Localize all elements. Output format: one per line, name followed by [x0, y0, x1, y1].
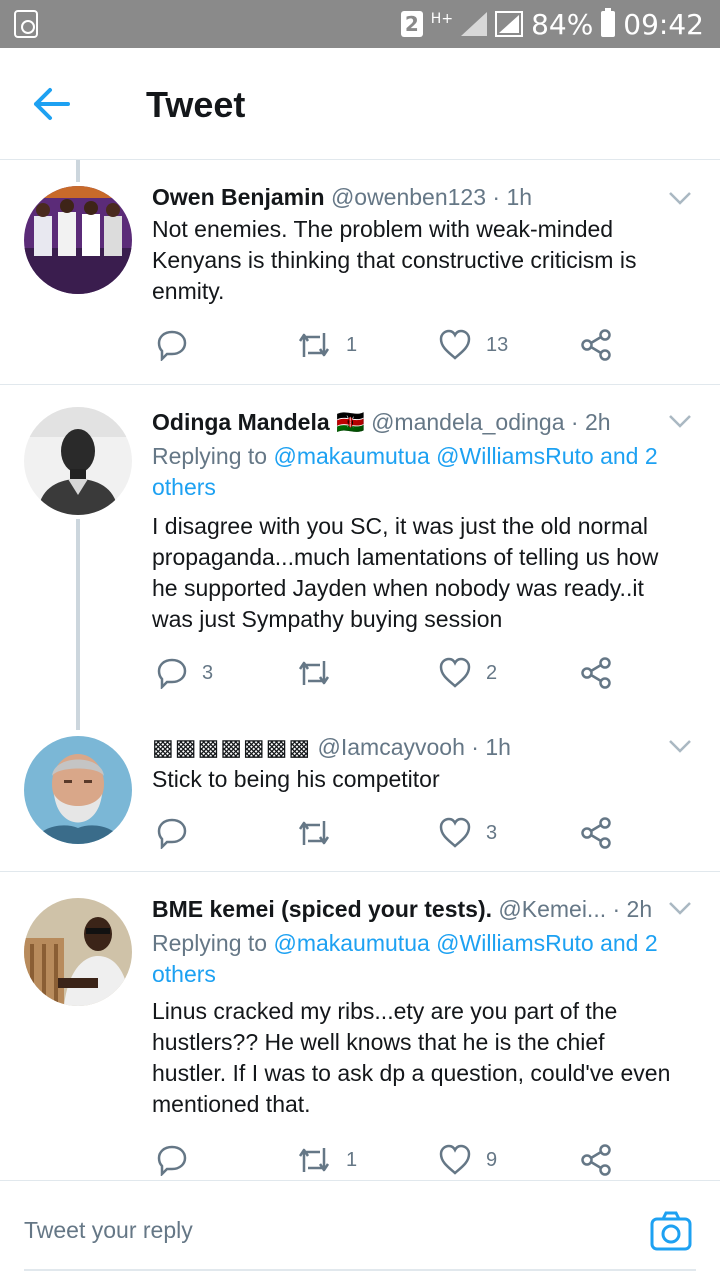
like-button[interactable]: 9	[438, 1140, 497, 1180]
signal-icon	[461, 12, 488, 36]
like-button[interactable]: 3	[438, 813, 497, 853]
replying-prefix: Replying to	[152, 443, 268, 469]
tweet-actions: 3	[152, 813, 622, 853]
chevron-down-icon[interactable]	[668, 896, 692, 920]
page-title: Tweet	[146, 84, 246, 125]
author-name[interactable]: Owen Benjamin	[152, 184, 325, 210]
retweet-button[interactable]	[296, 813, 346, 853]
tweet-thread: Owen Benjamin @owenben123 · 1h Not enemi…	[0, 160, 720, 1180]
avatar[interactable]	[24, 898, 132, 1006]
reply-icon	[157, 1145, 187, 1176]
tweet[interactable]: BME kemei (spiced your tests). @Kemei...…	[0, 872, 720, 1180]
avatar[interactable]	[24, 736, 132, 844]
reply-icon	[157, 658, 187, 689]
like-count: 3	[486, 821, 498, 844]
retweet-button[interactable]	[296, 653, 346, 693]
flag-emoji: 🇰🇪	[336, 409, 365, 435]
tweet-text: I disagree with you SC, it was just the …	[152, 513, 659, 632]
share-button[interactable]	[580, 653, 612, 693]
tweet-text: Linus cracked my ribs...ety are you part…	[152, 998, 671, 1117]
reply-button[interactable]	[156, 813, 202, 853]
author-handle[interactable]: @Kemei...	[498, 896, 606, 922]
retweet-icon	[298, 821, 330, 845]
camera-icon[interactable]	[650, 1211, 692, 1251]
author-handle[interactable]: @mandela_odinga	[371, 409, 564, 435]
sim-indicator: 2	[400, 11, 423, 37]
signal-icon-2	[495, 11, 524, 37]
author-handle[interactable]: @Iamcayvooh	[318, 734, 465, 760]
reply-button[interactable]	[156, 325, 202, 365]
reply-composer: Tweet your reply	[0, 1180, 720, 1280]
author-handle[interactable]: @owenben123	[331, 184, 486, 210]
retweet-count: 1	[346, 1148, 358, 1171]
tweet-actions: 3 2	[152, 653, 622, 693]
share-icon	[581, 329, 611, 361]
retweet-count: 1	[346, 333, 358, 356]
like-count: 2	[486, 661, 498, 684]
like-button[interactable]: 13	[438, 325, 508, 365]
tweet[interactable]: Odinga Mandela 🇰🇪 @mandela_odinga · 2h R…	[0, 385, 720, 730]
input-underline	[24, 1269, 696, 1271]
back-arrow-icon[interactable]	[30, 86, 74, 122]
reply-icon	[157, 818, 187, 849]
author-name[interactable]: ▩▩▩▩▩▩▩	[152, 734, 311, 760]
heart-icon	[439, 657, 471, 688]
heart-icon	[439, 817, 471, 848]
battery-icon	[601, 8, 616, 37]
share-icon	[581, 1144, 611, 1176]
like-count: 13	[486, 333, 509, 356]
tweet[interactable]: Owen Benjamin @owenben123 · 1h Not enemi…	[0, 160, 720, 384]
retweet-button[interactable]: 1	[296, 325, 357, 365]
reply-button[interactable]	[156, 1140, 202, 1180]
tweet-text: Not enemies. The problem with weak-minde…	[152, 216, 637, 304]
retweet-icon	[298, 661, 330, 685]
share-button[interactable]	[580, 1140, 612, 1180]
retweet-icon	[298, 333, 330, 357]
author-name[interactable]: Odinga Mandela	[152, 409, 330, 435]
share-button[interactable]	[580, 813, 612, 853]
heart-icon	[439, 1144, 471, 1175]
tweet-actions: 1 13	[152, 325, 622, 365]
tweet-text: Stick to being his competitor	[152, 766, 440, 792]
clock: 09:42	[623, 7, 704, 41]
chevron-down-icon[interactable]	[668, 734, 692, 758]
tweet-time: · 1h	[471, 734, 511, 760]
share-button[interactable]	[580, 325, 612, 365]
tweet-actions: 1 9	[152, 1140, 622, 1180]
network-type: H+	[430, 11, 454, 27]
avatar[interactable]	[24, 186, 132, 294]
tweet-time: · 2h	[612, 896, 653, 922]
chevron-down-icon[interactable]	[668, 186, 692, 210]
reply-button[interactable]: 3	[156, 653, 213, 693]
heart-icon	[439, 329, 471, 360]
tweet-time: · 1h	[492, 184, 533, 210]
replying-to: Replying to @makaumutua @WilliamsRuto an…	[152, 928, 680, 990]
like-count: 9	[486, 1148, 498, 1171]
reply-input[interactable]: Tweet your reply	[24, 1217, 193, 1244]
author-name[interactable]: BME kemei (spiced your tests).	[152, 896, 492, 922]
retweet-button[interactable]: 1	[296, 1140, 357, 1180]
replying-prefix: Replying to	[152, 930, 268, 956]
chevron-down-icon[interactable]	[668, 409, 692, 433]
reply-icon	[157, 330, 187, 361]
reply-count: 3	[202, 661, 214, 684]
retweet-icon	[298, 1148, 330, 1172]
app-header: Tweet	[0, 48, 720, 160]
thread-line	[76, 519, 80, 730]
battery-level: 84%	[531, 7, 594, 41]
tweet-time: · 2h	[570, 409, 611, 435]
status-bar: 2 H+ 84% 09:42	[0, 0, 720, 48]
avatar[interactable]	[24, 407, 132, 515]
tweet[interactable]: ▩▩▩▩▩▩▩ @Iamcayvooh · 1h Stick to being …	[0, 710, 720, 871]
like-button[interactable]: 2	[438, 653, 497, 693]
replying-to: Replying to @makaumutua @WilliamsRuto an…	[152, 441, 680, 503]
share-icon	[581, 657, 611, 689]
recycle-icon	[14, 10, 38, 38]
share-icon	[581, 817, 611, 849]
